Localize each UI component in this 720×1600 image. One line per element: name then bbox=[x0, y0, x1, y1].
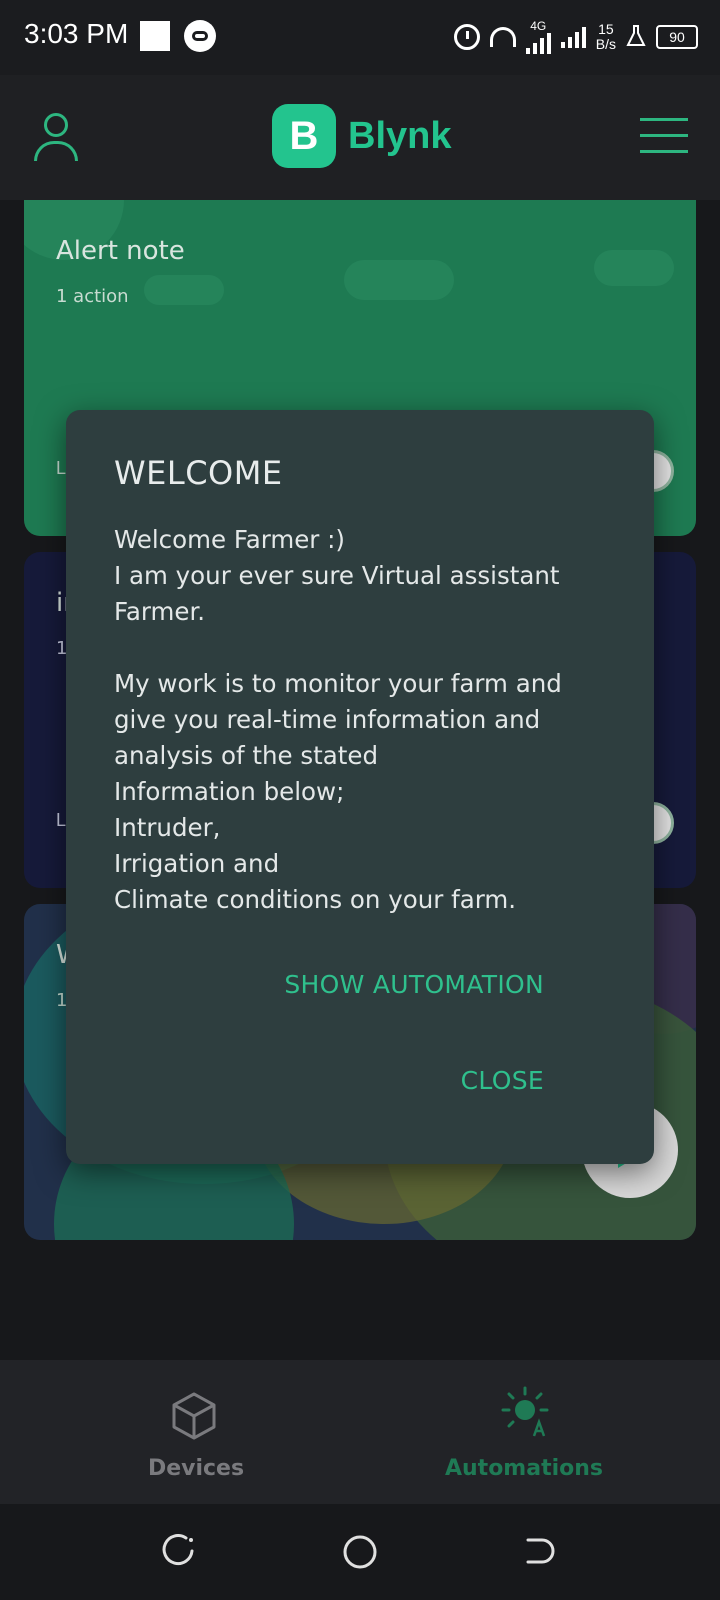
dialog-message: Welcome Farmer :) I am your ever sure Vi… bbox=[114, 522, 614, 918]
notification-square-icon bbox=[140, 21, 170, 51]
hamburger-menu-icon[interactable] bbox=[640, 118, 688, 154]
headset-icon bbox=[489, 27, 516, 47]
dialog-line: Welcome Farmer :) bbox=[114, 525, 345, 554]
app-name: Blynk bbox=[348, 114, 452, 157]
nav-devices-label: Devices bbox=[147, 1456, 245, 1481]
speed-value: 15 bbox=[598, 21, 614, 37]
status-icons: 4G 15 B/s 90 bbox=[453, 18, 698, 56]
alarm-icon bbox=[453, 24, 480, 50]
blynk-logo: B Blynk bbox=[272, 103, 451, 169]
speed-unit: B/s bbox=[595, 36, 616, 52]
system-navigation-bar bbox=[0, 1504, 720, 1600]
network-label: 4G bbox=[530, 19, 547, 33]
flask-icon bbox=[626, 24, 646, 50]
status-time: 3:03 PM bbox=[24, 18, 129, 49]
logo-badge: B bbox=[272, 104, 336, 168]
status-bar: 3:03 PM 4G 15 B/s 90 bbox=[0, 0, 720, 75]
app-header: B Blynk bbox=[0, 75, 720, 200]
show-automation-button[interactable]: SHOW AUTOMATION bbox=[284, 970, 544, 999]
nav-automations[interactable]: Automations bbox=[404, 1378, 644, 1488]
home-icon[interactable] bbox=[342, 1534, 378, 1570]
dialog-line: Irrigation and bbox=[114, 849, 280, 878]
bottom-navigation: Devices Automations bbox=[0, 1360, 720, 1504]
signal-bars-icon-2 bbox=[560, 26, 586, 48]
dialog-line: Climate conditions on your farm. bbox=[114, 885, 517, 914]
network-speed: 15 B/s bbox=[596, 22, 616, 52]
dialog-line: Information below; bbox=[114, 777, 345, 806]
signal-bars-icon bbox=[525, 32, 551, 54]
dialog-line: I am your ever sure Virtual assistant Fa… bbox=[114, 561, 560, 626]
link-app-icon bbox=[184, 20, 216, 52]
dialog-title: WELCOME bbox=[114, 454, 283, 492]
cube-icon bbox=[172, 1392, 216, 1440]
battery-indicator: 90 bbox=[656, 25, 698, 49]
recent-apps-icon[interactable] bbox=[162, 1534, 196, 1568]
dialog-line: Intruder, bbox=[114, 813, 221, 842]
network-type: 4G bbox=[525, 19, 551, 54]
dialog-line: My work is to monitor your farm and give… bbox=[114, 669, 562, 770]
welcome-dialog: WELCOME Welcome Farmer :) I am your ever… bbox=[66, 410, 654, 1164]
nav-automations-label: Automations bbox=[444, 1456, 604, 1481]
sun-automation-icon bbox=[501, 1386, 549, 1437]
close-button[interactable]: CLOSE bbox=[461, 1066, 544, 1095]
nav-devices[interactable]: Devices bbox=[76, 1378, 316, 1488]
profile-icon[interactable] bbox=[34, 113, 78, 163]
back-icon[interactable] bbox=[522, 1534, 556, 1568]
